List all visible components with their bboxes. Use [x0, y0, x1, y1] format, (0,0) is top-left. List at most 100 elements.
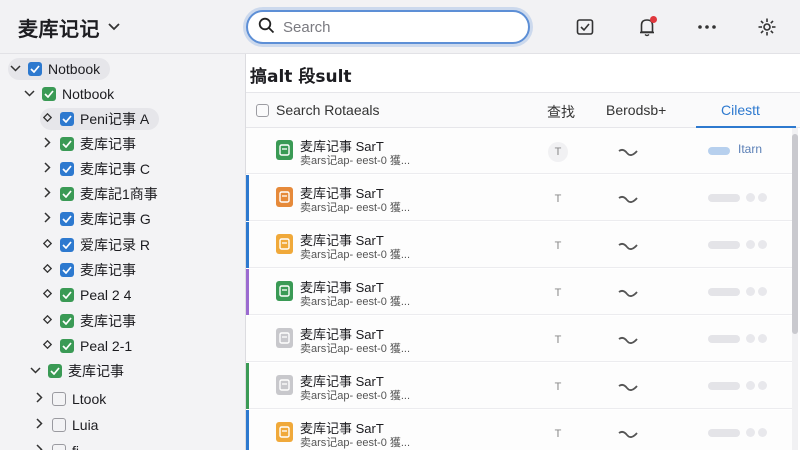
status-dot [758, 287, 767, 296]
type-indicator: T [554, 334, 562, 346]
chevron-down-icon[interactable] [28, 365, 42, 377]
sidebar-item[interactable]: Peni记事 A [40, 108, 160, 130]
sidebar-item[interactable]: Notbook [22, 83, 114, 105]
wave-icon [618, 238, 638, 257]
tray-check-icon[interactable] [572, 14, 598, 40]
notebook-sidebar: Notbook Notbook Peni记事 A 麦库记事 麦库记事 C 麦库記1商事麦… [0, 54, 246, 450]
sidebar-item[interactable]: 麦库记事 [40, 310, 136, 332]
note-icon [276, 140, 293, 160]
chevron-right-icon[interactable] [40, 212, 54, 226]
wave-icon [618, 426, 638, 445]
diamond-icon[interactable] [40, 263, 54, 276]
result-row[interactable]: 麦库记事 SarT 卖ars记ap- eest-0 獲... T Itarn [246, 128, 792, 174]
wave-icon [618, 144, 638, 163]
row-subtitle: 卖ars记ap- eest-0 獲... [300, 343, 411, 355]
column-find[interactable]: 查找 [547, 102, 575, 122]
search-results-column[interactable]: Search Rotaeals [276, 102, 380, 118]
notebook-icon [60, 238, 74, 252]
chevron-right-icon[interactable] [40, 187, 54, 201]
sidebar-item[interactable]: 麦库記1商事 [40, 183, 158, 205]
sidebar-item[interactable]: Luia [32, 414, 98, 436]
sidebar-item-label: Notbook [62, 86, 115, 102]
sidebar-root-notebook[interactable]: Notbook [8, 58, 111, 80]
wave-icon [618, 379, 638, 398]
status-dot [746, 428, 755, 437]
sidebar-item-label: fi·.. [72, 443, 91, 450]
wave-icon [618, 285, 638, 304]
result-row[interactable]: 麦库记事 SarT 卖ars记ap- eest-0 獲... T [246, 269, 792, 315]
status-dot [746, 381, 755, 390]
note-icon [276, 281, 293, 301]
row-accent-bar [246, 222, 249, 268]
row-accent-bar [246, 175, 249, 221]
result-row[interactable]: 麦库记事 SarT 卖ars记ap- eest-0 獲... T [246, 410, 792, 450]
row-subtitle: 卖ars记ap- eest-0 獲... [300, 249, 411, 261]
sidebar-item[interactable]: fi·.. [32, 440, 91, 450]
notification-bell-icon[interactable] [634, 14, 660, 40]
type-indicator: T [554, 428, 562, 440]
row-subtitle: 卖ars记ap- eest-0 獲... [300, 390, 411, 402]
row-subtitle: 卖ars记ap- eest-0 獲... [300, 296, 411, 308]
chevron-right-icon[interactable] [32, 444, 46, 450]
page-title: 搞alt 段sult [250, 67, 352, 87]
result-row[interactable]: 麦库记事 SarT 卖ars记ap- eest-0 獲... T [246, 175, 792, 221]
row-accent-bar [246, 269, 249, 315]
sidebar-item[interactable]: 麦库记事 [28, 360, 124, 382]
sidebar-item-label: Peal 2-1 [80, 338, 133, 354]
settings-icon[interactable] [754, 14, 780, 40]
sidebar-item[interactable]: 爱库记录 R [40, 234, 150, 256]
sidebar-item-label: 麦库记事 G [80, 211, 151, 227]
sidebar-item[interactable]: Peal 2 4 [40, 284, 131, 306]
search-input[interactable] [283, 18, 503, 36]
note-icon [276, 187, 293, 207]
diamond-icon[interactable] [40, 314, 54, 327]
sidebar-item[interactable]: 麦库记事 C [40, 158, 150, 180]
status-pill [708, 241, 740, 249]
note-icon [276, 375, 293, 395]
tab-cilestt[interactable]: Cilestt [721, 102, 760, 118]
chevron-down-icon[interactable] [22, 88, 36, 100]
status-dot [746, 193, 755, 202]
search-box[interactable] [246, 10, 530, 44]
app-title: 麦库记记 [18, 17, 100, 41]
sidebar-item-label: 爱库记录 R [80, 237, 150, 253]
result-row[interactable]: 麦库记事 SarT 卖ars记ap- eest-0 獲... T [246, 363, 792, 409]
chevron-right-icon[interactable] [32, 392, 46, 406]
type-indicator: T [554, 240, 562, 252]
sidebar-item-label: Ltook [72, 391, 107, 407]
more-icon[interactable] [694, 14, 720, 40]
notebook-icon [52, 392, 66, 406]
diamond-icon[interactable] [40, 112, 54, 125]
diamond-icon[interactable] [40, 339, 54, 352]
note-icon [276, 328, 293, 348]
select-all-checkbox[interactable] [256, 104, 269, 117]
notebook-icon [52, 418, 66, 432]
column-berodsb[interactable]: Berodsb+ [606, 102, 666, 118]
sidebar-item-label: 麦库记事 C [80, 161, 150, 177]
notebook-icon [60, 288, 74, 302]
notebook-icon [60, 263, 74, 277]
diamond-icon[interactable] [40, 288, 54, 301]
sidebar-item[interactable]: Ltook [32, 388, 106, 410]
sidebar-item[interactable]: Peal 2-1 [40, 335, 132, 357]
status-dot [758, 334, 767, 343]
chevron-right-icon[interactable] [40, 162, 54, 176]
expand-toggle-icon[interactable] [8, 63, 22, 75]
column-header: Search Rotaeals 查找 Berodsb+ Cilestt [246, 92, 800, 128]
result-row[interactable]: 麦库记事 SarT 卖ars记ap- eest-0 獲... T [246, 316, 792, 362]
sidebar-item-label: Peal 2 4 [80, 287, 132, 303]
chevron-right-icon[interactable] [40, 137, 54, 151]
result-row[interactable]: 麦库记事 SarT 卖ars记ap- eest-0 獲... T [246, 222, 792, 268]
type-indicator: T [554, 381, 562, 393]
notebook-icon [52, 444, 66, 450]
diamond-icon[interactable] [40, 238, 54, 251]
chevron-right-icon[interactable] [32, 418, 46, 432]
sidebar-item[interactable]: 麦库记事 [40, 133, 136, 155]
scrollbar-thumb[interactable] [792, 134, 798, 334]
sidebar-item[interactable]: 麦库记事 G [40, 208, 151, 230]
scrollbar[interactable] [792, 128, 798, 450]
sidebar-item[interactable]: 麦库记事 [40, 259, 136, 281]
status-dot [746, 287, 755, 296]
notebook-icon [60, 314, 74, 328]
app-title-dropdown[interactable]: 麦库记记 [18, 13, 120, 42]
